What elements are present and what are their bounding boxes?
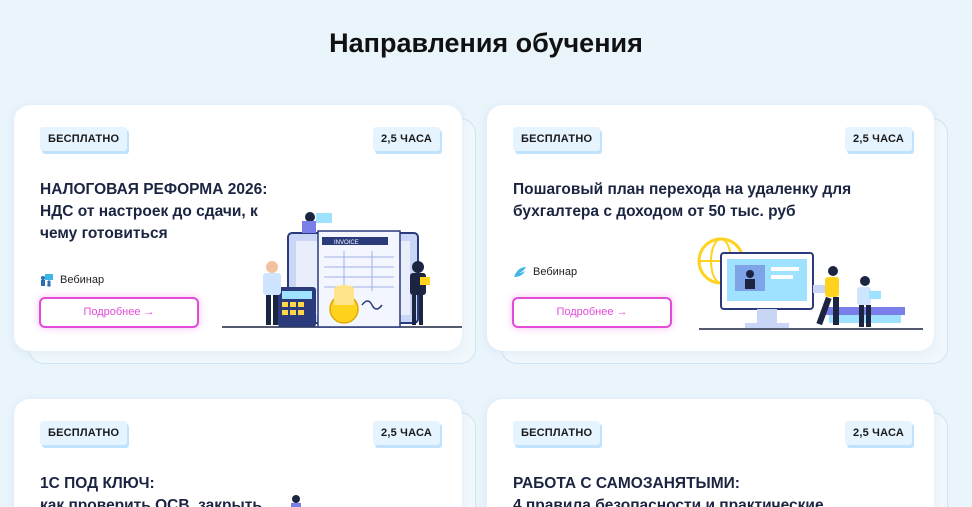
card-title[interactable]: 1С ПОД КЛЮЧ: как проверить ОСВ, закрыть (40, 473, 262, 507)
free-badge: БЕСПЛАТНО (40, 127, 128, 151)
card-title-line: 4 правила безопасности и практические (513, 497, 824, 507)
course-type: Вебинар (513, 265, 577, 279)
card-title-line: бухгалтера с доходом от 50 тыс. руб (513, 203, 796, 220)
card-title-line: НАЛОГОВАЯ РЕФОРМА 2026: (40, 181, 268, 198)
more-button[interactable]: Подробнее → (512, 297, 672, 328)
course-type-label: Вебинар (533, 266, 578, 278)
course-type-label: Вебинар (60, 274, 105, 286)
card-title-line: 1С ПОД КЛЮЧ: (40, 475, 155, 492)
person-illustration (291, 495, 301, 507)
course-card-3[interactable]: БЕСПЛАТНО 2,5 ЧАСА 1С ПОД КЛЮЧ: как пров… (14, 399, 462, 507)
more-button[interactable]: Подробнее → (39, 297, 199, 328)
course-card-2[interactable]: БЕСПЛАТНО 2,5 ЧАСА Пошаговый план перехо… (487, 105, 934, 351)
invoice-label: INVOICE (334, 240, 359, 246)
duration-badge: 2,5 ЧАСА (373, 127, 440, 151)
tax-invoice-illustration: INVOICE (222, 212, 462, 328)
free-badge: БЕСПЛАТНО (513, 127, 601, 151)
free-badge: БЕСПЛАТНО (40, 421, 128, 445)
course-type: Вебинар (40, 273, 104, 287)
people-presentation-icon (41, 274, 53, 287)
duration-badge: 2,5 ЧАСА (845, 127, 912, 151)
free-badge: БЕСПЛАТНО (513, 421, 601, 445)
card-title[interactable]: РАБОТА С САМОЗАНЯТЫМИ: 4 правила безопас… (513, 473, 824, 507)
page-title: Направления обучения (329, 28, 643, 58)
course-card-1[interactable]: БЕСПЛАТНО 2,5 ЧАСА НАЛОГОВАЯ РЕФОРМА 202… (14, 105, 462, 351)
card-title-line: РАБОТА С САМОЗАНЯТЫМИ: (513, 475, 740, 492)
card-title-line: как проверить ОСВ, закрыть (40, 497, 262, 507)
remote-work-illustration (697, 237, 923, 330)
card-title[interactable]: Пошаговый план перехода на удаленку для … (513, 179, 851, 223)
course-card-4[interactable]: БЕСПЛАТНО 2,5 ЧАСА РАБОТА С САМОЗАНЯТЫМИ… (487, 399, 934, 507)
duration-badge: 2,5 ЧАСА (373, 421, 440, 445)
wing-icon (514, 267, 526, 277)
duration-badge: 2,5 ЧАСА (845, 421, 912, 445)
card-title-line: Пошаговый план перехода на удаленку для (513, 181, 852, 198)
